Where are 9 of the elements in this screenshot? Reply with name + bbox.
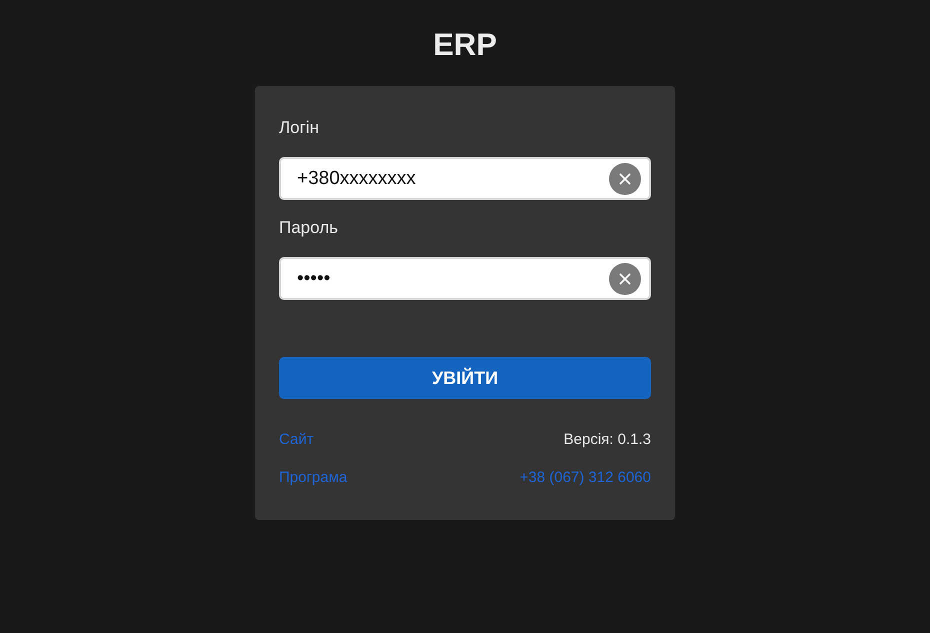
password-field[interactable]: ••••• (279, 257, 651, 300)
clear-icon[interactable] (609, 163, 641, 195)
footer-text: Версія: 0.1.3 (564, 430, 651, 450)
clear-icon[interactable] (609, 263, 641, 295)
login-button[interactable]: УВІЙТИ (279, 357, 651, 399)
login-field[interactable]: +380xxxxxxxx (279, 157, 651, 200)
field-label: Пароль (279, 218, 339, 238)
app-title: ERP (433, 27, 497, 63)
field-label: Логін (279, 118, 320, 138)
